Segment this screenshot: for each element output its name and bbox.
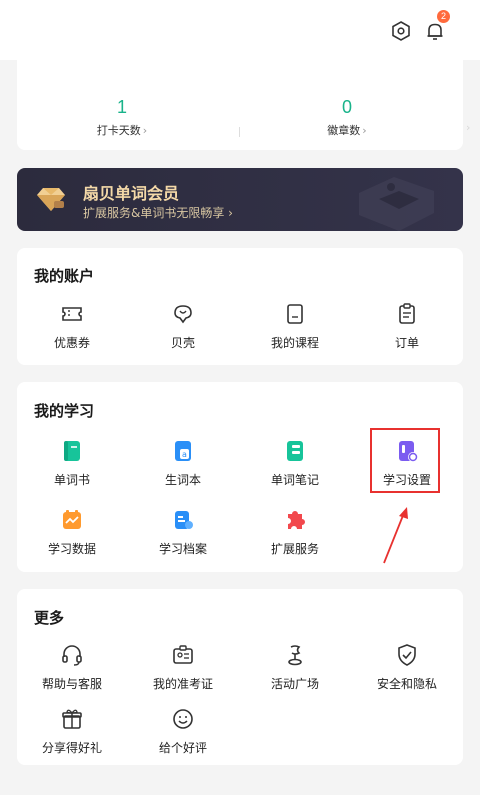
my-account-section: 我的账户 优惠券 贝壳 我的课程 订单 — [17, 248, 463, 365]
vip-subtitle: 扩展服务&单词书无限畅享 › — [83, 206, 233, 220]
checkin-days-label: 打卡天数 › — [96, 124, 148, 137]
headset-icon — [60, 643, 84, 667]
vip-title: 扇贝单词会员 — [83, 184, 180, 203]
admission-ticket-icon — [171, 643, 195, 667]
smile-icon — [171, 707, 195, 731]
shell-label: 贝壳 — [170, 336, 195, 350]
extension-services-label: 扩展服务 — [270, 542, 319, 556]
badges-value: 0 — [341, 97, 352, 117]
study-settings-label: 学习设置 — [382, 473, 431, 487]
course-book-icon — [283, 302, 307, 326]
study-archive-icon — [171, 508, 195, 532]
coupon-item[interactable]: 优惠券 — [27, 302, 117, 351]
admission-ticket-item[interactable]: 我的准考证 — [138, 643, 228, 692]
rate-us-label: 给个好评 — [158, 741, 207, 755]
bell-icon[interactable] — [424, 20, 446, 42]
study-data-icon — [60, 508, 84, 532]
section-title: 更多 — [34, 609, 65, 627]
svg-text:a: a — [182, 450, 187, 459]
wordbook-label: 单词书 — [53, 473, 90, 487]
badges-label: 徽章数 › — [327, 124, 367, 137]
order-icon — [395, 302, 419, 326]
study-data-label: 学习数据 — [47, 542, 96, 556]
study-settings-icon — [395, 439, 419, 463]
coupon-icon — [60, 302, 84, 326]
vip-membership-banner[interactable]: 扇贝单词会员 扩展服务&单词书无限畅享 › — [17, 168, 463, 231]
activity-square-label: 活动广场 — [270, 677, 319, 691]
order-label: 订单 — [394, 336, 419, 350]
activity-square-item[interactable]: 活动广场 — [250, 643, 340, 692]
extension-services-item[interactable]: 扩展服务 — [250, 508, 340, 557]
shield-icon — [395, 643, 419, 667]
notification-badge: 2 — [437, 10, 450, 23]
study-archive-item[interactable]: 学习档案 — [138, 508, 228, 557]
security-privacy-label: 安全和隐私 — [376, 677, 437, 691]
wordbook-icon — [60, 439, 84, 463]
study-settings-item[interactable]: 学习设置 — [362, 439, 452, 488]
bottom-strip — [0, 778, 480, 795]
my-course-item[interactable]: 我的课程 — [250, 302, 340, 351]
more-section: 更多 帮助与客服 我的准考证 活动广场 安全和隐私 分享得好礼 给个好评 — [17, 589, 463, 765]
share-gift-label: 分享得好礼 — [41, 741, 102, 755]
settings-icon[interactable] — [390, 20, 412, 42]
chevron-right-icon: › — [466, 121, 471, 134]
help-service-label: 帮助与客服 — [41, 677, 102, 691]
word-notes-item[interactable]: 单词笔记 — [250, 439, 340, 488]
security-privacy-item[interactable]: 安全和隐私 — [362, 643, 452, 692]
extension-puzzle-icon — [283, 508, 307, 532]
my-study-section: 我的学习 单词书 a 生词本 单词笔记 学习设置 学习数据 学习档案 扩展服务 — [17, 382, 463, 572]
vip-decoration-icon — [359, 177, 434, 231]
stat-divider — [239, 127, 240, 137]
rate-us-item[interactable]: 给个好评 — [138, 707, 228, 756]
top-bar: 2 — [0, 0, 480, 60]
word-notes-label: 单词笔记 — [270, 473, 319, 487]
admission-ticket-label: 我的准考证 — [152, 677, 213, 691]
section-title: 我的账户 — [34, 267, 95, 285]
my-course-label: 我的课程 — [270, 336, 319, 350]
diamond-icon — [37, 188, 65, 211]
vocab-notebook-item[interactable]: a 生词本 — [138, 439, 228, 488]
study-archive-label: 学习档案 — [158, 542, 207, 556]
study-data-item[interactable]: 学习数据 — [27, 508, 117, 557]
order-item[interactable]: 订单 — [362, 302, 452, 351]
shell-item[interactable]: 贝壳 — [138, 302, 228, 351]
stats-card: 1 打卡天数 › 0 徽章数 › › — [17, 60, 470, 150]
shell-icon — [171, 302, 195, 326]
word-notes-icon — [283, 439, 307, 463]
checkin-days-stat[interactable]: 1 打卡天数 › — [52, 96, 192, 138]
wordbook-item[interactable]: 单词书 — [27, 439, 117, 488]
vocab-notebook-label: 生词本 — [164, 473, 201, 487]
section-title: 我的学习 — [34, 402, 95, 420]
share-gift-item[interactable]: 分享得好礼 — [27, 707, 117, 756]
help-service-item[interactable]: 帮助与客服 — [27, 643, 117, 692]
gift-icon — [60, 707, 84, 731]
vocab-notebook-icon: a — [171, 439, 195, 463]
activity-icon — [283, 643, 307, 667]
checkin-days-value: 1 — [116, 97, 127, 117]
coupon-label: 优惠券 — [53, 336, 90, 350]
badges-stat[interactable]: 0 徽章数 › — [277, 96, 417, 138]
